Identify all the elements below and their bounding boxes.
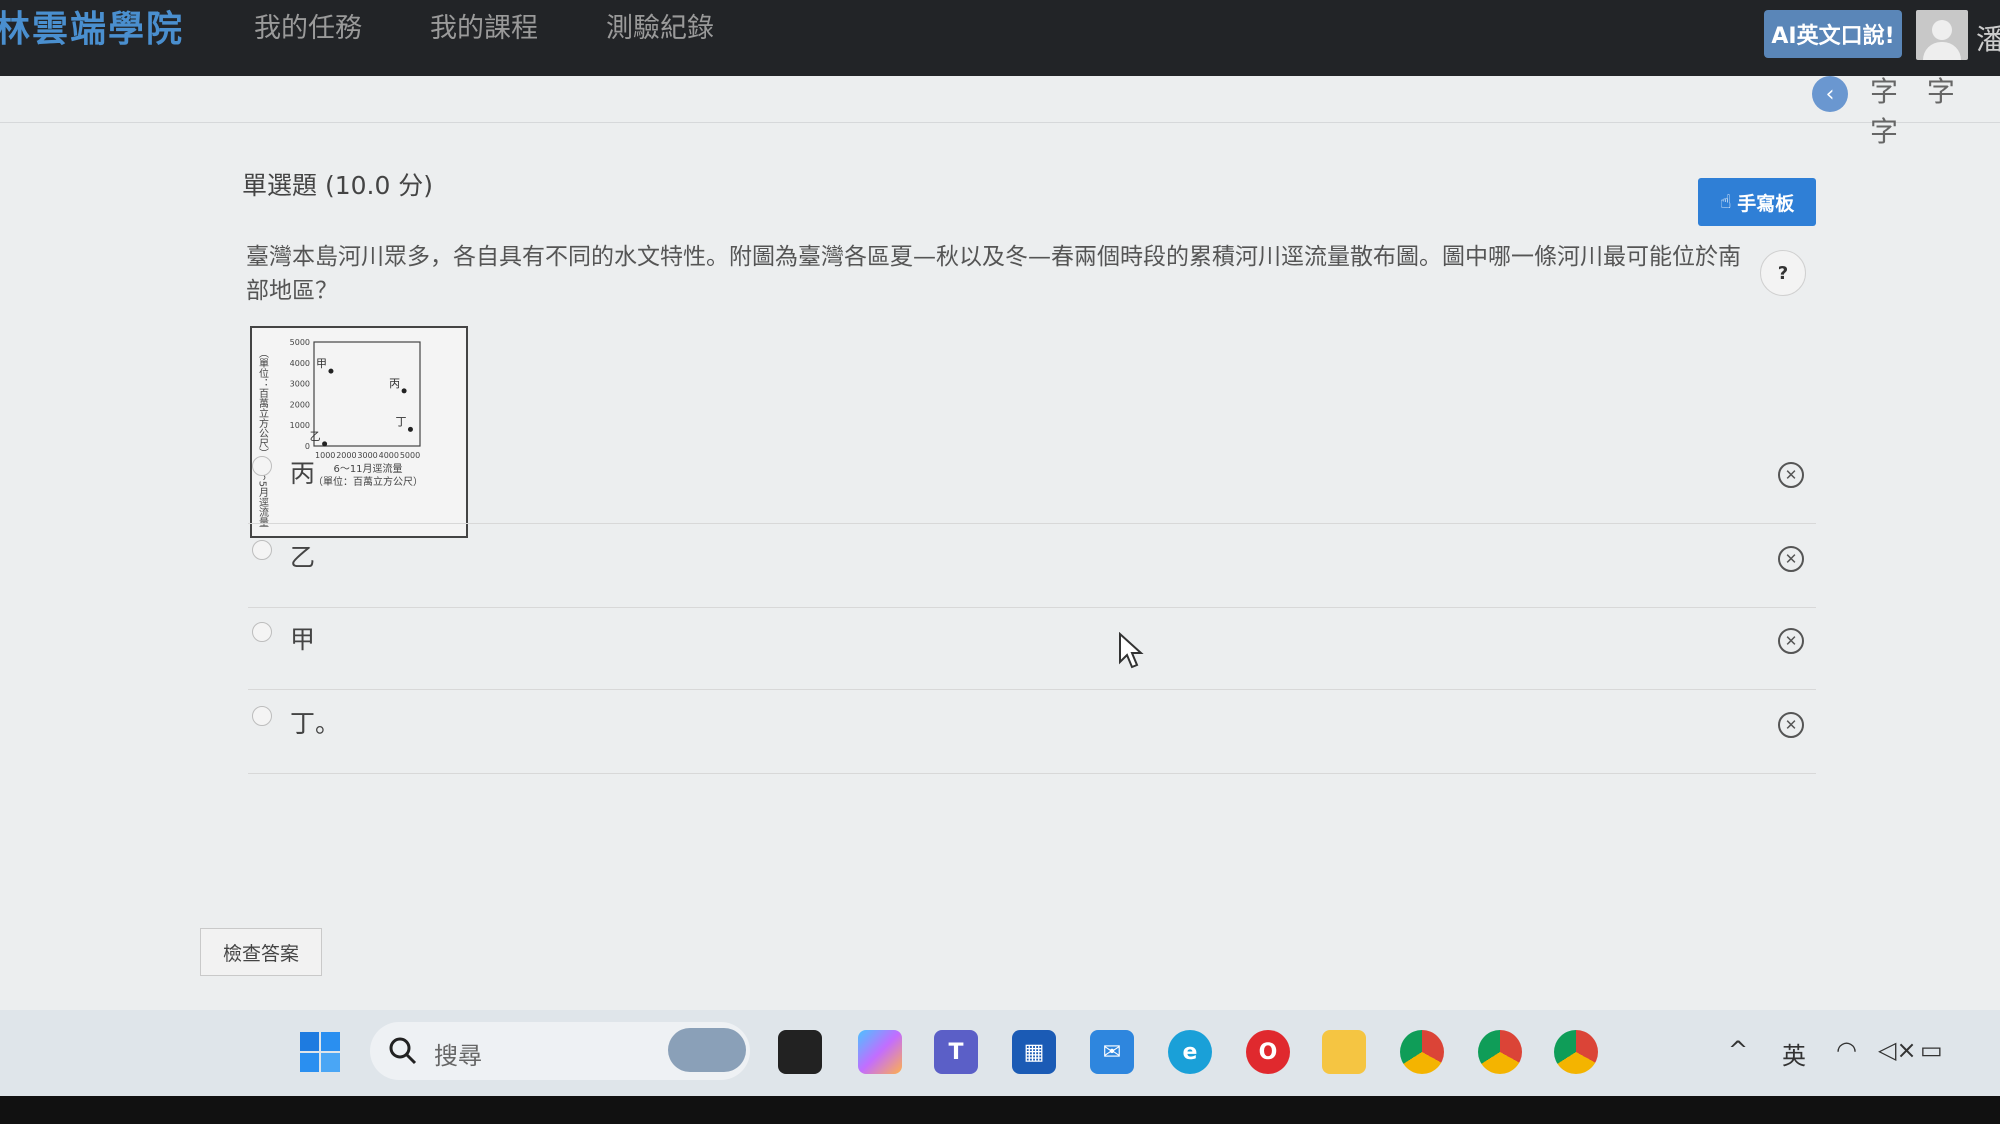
taskbar-search-input[interactable]: 搜尋 <box>370 1022 750 1080</box>
divider <box>0 122 2000 123</box>
teams-icon[interactable]: T <box>934 1030 978 1074</box>
chrome-icon[interactable] <box>1400 1030 1444 1074</box>
eliminate-option-icon[interactable]: ✕ <box>1778 712 1804 738</box>
avatar-body-icon <box>1923 42 1961 60</box>
question-type-label: 單選題 (10.0 分) <box>242 171 434 200</box>
taskbar: 搜尋 T ▦ ✉ e O ^ 英 ◠ ◁× ▭ <box>0 1010 2000 1096</box>
check-answer-button[interactable]: 檢查答案 <box>200 928 322 976</box>
option-row[interactable]: 甲 ✕ <box>248 608 1816 690</box>
mail-icon[interactable]: ✉ <box>1090 1030 1134 1074</box>
y-tick-label: 5000 <box>290 338 310 347</box>
question-text: 臺灣本島河川眾多，各自具有不同的水文特性。附圖為臺灣各區夏—秋以及冬—春兩個時段… <box>246 244 1741 304</box>
option-label: 甲 <box>290 625 316 654</box>
wifi-icon[interactable]: ◠ <box>1836 1036 1857 1064</box>
handwriting-pad-button[interactable]: ☝ 手寫板 <box>1698 178 1816 226</box>
eliminate-option-icon[interactable]: ✕ <box>1778 462 1804 488</box>
chevron-up-icon[interactable]: ^ <box>1728 1036 1748 1064</box>
point-label: 丁 <box>395 415 406 428</box>
data-point <box>328 368 334 374</box>
mouse-cursor-icon <box>1119 632 1144 669</box>
question-panel: ‹ 字 字 字 單選題 (10.0 分) ☝ 手寫板 臺灣本島河川眾多，各自具有… <box>0 75 2000 1010</box>
task-view-icon[interactable] <box>778 1030 822 1074</box>
y-tick-label: 4000 <box>290 359 310 368</box>
chrome-icon[interactable] <box>1554 1030 1598 1074</box>
microsoft-store-icon[interactable]: ▦ <box>1012 1030 1056 1074</box>
nav-quiz-records[interactable]: 測驗紀錄 <box>606 6 714 45</box>
site-brand[interactable]: 林雲端學院 <box>0 0 184 52</box>
radio-button[interactable] <box>252 622 272 642</box>
screen-bezel <box>0 1096 2000 1124</box>
point-label: 甲 <box>316 357 327 370</box>
option-row[interactable]: 乙 ✕ <box>248 526 1816 608</box>
radio-button[interactable] <box>252 456 272 476</box>
eliminate-option-icon[interactable]: ✕ <box>1778 628 1804 654</box>
point-label: 乙 <box>310 430 321 443</box>
radio-button[interactable] <box>252 706 272 726</box>
input-method-indicator[interactable]: 英 <box>1782 1036 1806 1071</box>
y-tick-label: 3000 <box>290 380 310 389</box>
data-point <box>401 388 407 394</box>
search-highlight-image <box>668 1028 746 1072</box>
file-explorer-icon[interactable] <box>1322 1030 1366 1074</box>
top-nav-bar: 林雲端學院 我的任務 我的課程 測驗紀錄 AI英文口說! 潘 <box>0 0 2000 84</box>
option-row[interactable]: 丙 ✕ <box>248 442 1816 524</box>
search-icon <box>389 1037 417 1065</box>
option-row[interactable]: 丁。 ✕ <box>248 692 1816 774</box>
help-button[interactable]: ? <box>1760 250 1806 296</box>
speaker-muted-icon[interactable]: ◁× <box>1878 1036 1917 1064</box>
copilot-icon[interactable] <box>858 1030 902 1074</box>
user-name[interactable]: 潘 <box>1976 18 2000 58</box>
chrome-icon[interactable] <box>1478 1030 1522 1074</box>
option-label: 乙 <box>290 543 316 572</box>
windows-start-icon[interactable] <box>298 1030 342 1074</box>
font-size-controls[interactable]: 字 字 字 <box>1870 70 2000 150</box>
ai-english-speaking-badge[interactable]: AI英文口說! <box>1764 10 1902 58</box>
nav-my-tasks[interactable]: 我的任務 <box>254 6 362 45</box>
edge-browser-icon[interactable]: e <box>1168 1030 1212 1074</box>
battery-icon[interactable]: ▭ <box>1920 1036 1943 1064</box>
avatar[interactable] <box>1916 10 1968 60</box>
option-label: 丁。 <box>290 709 341 738</box>
eliminate-option-icon[interactable]: ✕ <box>1778 546 1804 572</box>
y-tick-label: 1000 <box>290 421 310 430</box>
plot-area <box>313 341 421 447</box>
point-label: 丙 <box>389 377 400 390</box>
back-arrow-icon[interactable]: ‹ <box>1812 76 1848 112</box>
search-placeholder: 搜尋 <box>434 1042 482 1070</box>
pointer-hand-icon: ☝ <box>1719 191 1732 213</box>
option-label: 丙 <box>290 459 316 488</box>
nav-my-courses[interactable]: 我的課程 <box>430 6 538 45</box>
data-point <box>407 426 413 432</box>
handwriting-pad-label: 手寫板 <box>1737 192 1795 215</box>
radio-button[interactable] <box>252 540 272 560</box>
avatar-head-icon <box>1932 20 1952 40</box>
opera-browser-icon[interactable]: O <box>1246 1030 1290 1074</box>
y-tick-label: 2000 <box>290 400 310 409</box>
